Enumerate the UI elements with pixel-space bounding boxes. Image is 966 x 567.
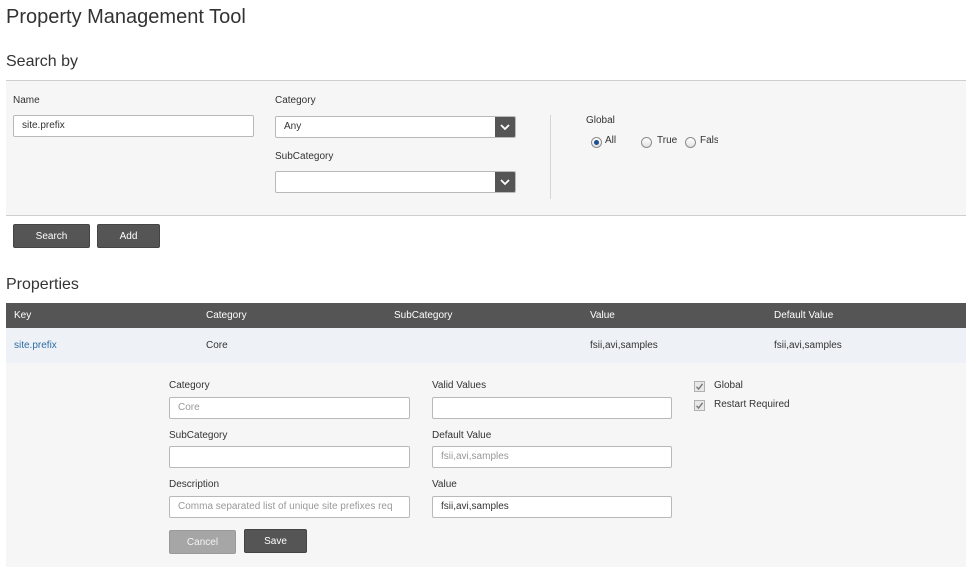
table-row[interactable]: site.prefix Core fsii,avi,samples fsii,a… <box>6 328 966 363</box>
checkmark-icon <box>695 383 704 391</box>
row-default-value: fsii,avi,samples <box>774 340 842 351</box>
column-header-value[interactable]: Value <box>590 303 615 328</box>
cancel-button[interactable]: Cancel <box>169 530 236 554</box>
editor-global-checkbox[interactable] <box>694 381 705 392</box>
editor-description-input[interactable]: Comma separated list of unique site pref… <box>169 496 410 518</box>
global-true-radio[interactable] <box>641 137 652 148</box>
search-section-title: Search by <box>6 53 79 70</box>
subcategory-select[interactable] <box>275 171 516 193</box>
editor-value-input[interactable]: fsii,avi,samples <box>432 496 672 518</box>
search-vertical-divider <box>550 115 551 199</box>
checkmark-icon <box>695 402 704 410</box>
editor-valid-values-label: Valid Values <box>432 380 487 391</box>
row-category: Core <box>206 340 228 351</box>
search-panel <box>6 81 966 215</box>
subcategory-label: SubCategory <box>275 151 334 162</box>
editor-category-label: Category <box>169 380 210 391</box>
editor-restart-required-checkbox[interactable] <box>694 400 705 411</box>
properties-table-header: Key Category SubCategory Value Default V… <box>6 303 966 328</box>
search-button[interactable]: Search <box>13 224 90 248</box>
editor-default-value-input[interactable]: fsii,avi,samples <box>432 446 672 468</box>
global-true-label: True <box>657 135 678 146</box>
category-select-value: Any <box>284 121 302 132</box>
category-label: Category <box>275 95 316 106</box>
global-all-radio[interactable] <box>591 137 602 148</box>
editor-subcategory-label: SubCategory <box>169 430 228 441</box>
page-title: Property Management Tool <box>6 6 246 28</box>
name-input[interactable]: site.prefix <box>13 115 254 137</box>
editor-subcategory-input[interactable] <box>169 446 410 468</box>
global-all-label: All <box>605 135 617 146</box>
editor-global-label: Global <box>714 380 743 391</box>
category-select[interactable]: Any <box>275 116 516 138</box>
add-button[interactable]: Add <box>97 224 160 248</box>
global-false-radio[interactable] <box>685 137 696 148</box>
name-label: Name <box>13 95 40 106</box>
property-key-link[interactable]: site.prefix <box>14 328 57 363</box>
editor-value-label: Value <box>432 479 457 490</box>
save-button[interactable]: Save <box>244 529 307 553</box>
column-header-default-value[interactable]: Default Value <box>774 303 833 328</box>
global-label: Global <box>586 115 615 126</box>
search-bottom-divider <box>6 215 966 216</box>
editor-category-input[interactable]: Core <box>169 397 410 419</box>
global-false-label: Fals <box>700 135 718 146</box>
editor-valid-values-input[interactable] <box>432 397 672 419</box>
chevron-down-icon <box>495 172 515 192</box>
row-value: fsii,avi,samples <box>590 340 658 351</box>
editor-default-value-label: Default Value <box>432 430 492 441</box>
column-header-subcategory[interactable]: SubCategory <box>394 303 452 328</box>
column-header-category[interactable]: Category <box>206 303 247 328</box>
column-header-key[interactable]: Key <box>14 303 31 328</box>
editor-restart-required-label: Restart Required <box>714 399 790 410</box>
chevron-down-icon <box>495 117 515 137</box>
properties-section-title: Properties <box>6 276 79 293</box>
editor-description-label: Description <box>169 479 220 490</box>
